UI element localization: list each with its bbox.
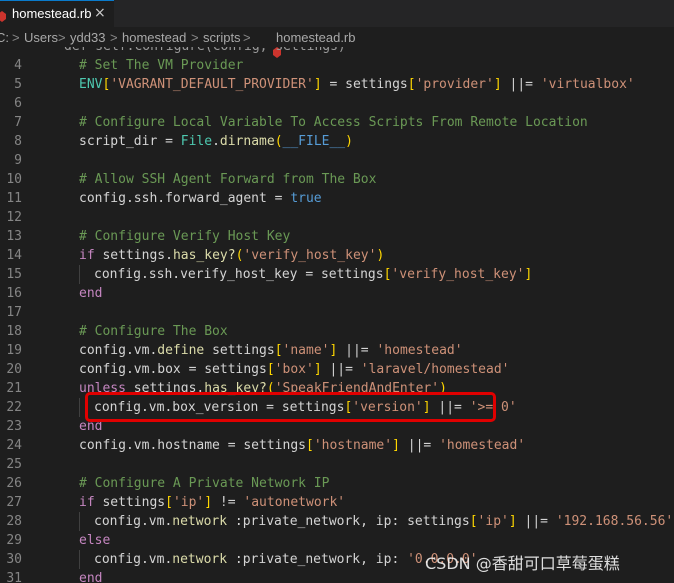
breadcrumb-separator: > xyxy=(12,30,20,45)
code-text: end xyxy=(79,571,103,583)
tab-homestead-rb[interactable]: homestead.rb × xyxy=(0,0,114,27)
code-line[interactable]: 17 xyxy=(0,303,674,322)
code-line[interactable]: 11 config.ssh.forward_agent = true xyxy=(0,189,674,208)
code-line[interactable]: 8 script_dir = File.dirname(__FILE__) xyxy=(0,132,674,151)
breadcrumb-item[interactable]: ydd33 xyxy=(70,30,105,45)
line-number: 9 xyxy=(14,153,22,168)
line-number: 17 xyxy=(6,305,22,320)
code-text: if settings.has_key?('verify_host_key') xyxy=(79,248,385,263)
code-line[interactable]: 16 end xyxy=(0,284,674,303)
code-text: config.vm.hostname = settings['hostname'… xyxy=(79,438,526,453)
line-number: 21 xyxy=(6,381,22,396)
line-number: 5 xyxy=(14,77,22,92)
code-text: ENV['VAGRANT_DEFAULT_PROVIDER'] = settin… xyxy=(79,77,635,92)
line-number: 19 xyxy=(6,343,22,358)
code-text: if settings['ip'] != 'autonetwork' xyxy=(79,495,346,510)
line-number: 18 xyxy=(6,324,22,339)
code-line[interactable]: 20 config.vm.box = settings['box'] ||= 'l… xyxy=(0,360,674,379)
line-number: 6 xyxy=(14,96,22,111)
code-text: # Set The VM Provider xyxy=(79,58,244,73)
line-number: 15 xyxy=(6,267,22,282)
code-line[interactable]: 15 config.ssh.verify_host_key = settings[… xyxy=(0,265,674,284)
line-number: 24 xyxy=(6,438,22,453)
line-number: 7 xyxy=(14,115,22,130)
indent-guide xyxy=(79,512,80,531)
code-text: def self.configure(config, settings) xyxy=(64,47,346,56)
breadcrumb-separator: > xyxy=(243,30,251,45)
code-line[interactable]: 6 xyxy=(0,94,674,113)
indent-guide xyxy=(79,550,80,569)
breadcrumb-item[interactable]: Users xyxy=(24,30,58,45)
code-text: script_dir = File.dirname(__FILE__) xyxy=(79,134,353,149)
line-number: 22 xyxy=(6,400,22,415)
code-text: config.vm.box = settings['box'] ||= 'lar… xyxy=(79,362,510,377)
indent-guide xyxy=(79,265,80,284)
breadcrumb-separator: > xyxy=(191,30,199,45)
close-icon[interactable]: × xyxy=(94,5,106,21)
line-number: 29 xyxy=(6,533,22,548)
code-line[interactable]: 14 if settings.has_key?('verify_host_key'… xyxy=(0,246,674,265)
line-number: 27 xyxy=(6,495,22,510)
code-line[interactable]: 12 xyxy=(0,208,674,227)
code-line[interactable]: 24 config.vm.hostname = settings['hostnam… xyxy=(0,436,674,455)
line-number: 10 xyxy=(6,172,22,187)
code-line[interactable]: 19 config.vm.define settings['name'] ||= … xyxy=(0,341,674,360)
code-line[interactable]: 13 # Configure Verify Host Key xyxy=(0,227,674,246)
code-line[interactable]: 9 xyxy=(0,151,674,170)
code-text: # Configure A Private Network IP xyxy=(79,476,330,491)
tab-bar: homestead.rb × xyxy=(0,0,674,27)
line-number: 28 xyxy=(6,514,22,529)
code-line[interactable]: 26 # Configure A Private Network IP xyxy=(0,474,674,493)
breadcrumb-separator: > xyxy=(110,30,118,45)
watermark: CSDN @香甜可口草莓蛋糕 xyxy=(425,554,620,573)
code-editor[interactable]: def self.configure(config, settings) 4 # S… xyxy=(0,47,674,583)
highlight-box xyxy=(85,392,496,422)
code-text: config.vm.network :private_network, ip: … xyxy=(94,552,478,567)
code-text: # Allow SSH Agent Forward from The Box xyxy=(79,172,377,187)
breadcrumb-item[interactable]: C: xyxy=(0,30,9,45)
line-number: 16 xyxy=(6,286,22,301)
tab-label: homestead.rb xyxy=(12,6,92,21)
code-text: config.vm.define settings['name'] ||= 'h… xyxy=(79,343,463,358)
code-line[interactable]: 27 if settings['ip'] != 'autonetwork' xyxy=(0,493,674,512)
breadcrumb-separator: > xyxy=(58,30,66,45)
code-text: config.vm.network :private_network, ip: … xyxy=(94,514,674,529)
line-number: 31 xyxy=(6,571,22,583)
line-number: 20 xyxy=(6,362,22,377)
code-line[interactable]: 28 config.vm.network :private_network, ip… xyxy=(0,512,674,531)
line-number: 30 xyxy=(6,552,22,567)
code-text: config.ssh.verify_host_key = settings['v… xyxy=(94,267,533,282)
line-number: 25 xyxy=(6,457,22,472)
line-number: 8 xyxy=(14,134,22,149)
breadcrumb-item[interactable]: homestead xyxy=(122,30,186,45)
breadcrumb-item[interactable]: scripts xyxy=(203,30,241,45)
indent-guide xyxy=(79,398,80,417)
line-number: 11 xyxy=(6,191,22,206)
line-number: 13 xyxy=(6,229,22,244)
breadcrumb: C: > Users > ydd33 > homestead > scripts… xyxy=(0,27,674,58)
code-line[interactable]: 7 # Configure Local Variable To Access Sc… xyxy=(0,113,674,132)
ruby-icon xyxy=(0,8,7,27)
line-number: 26 xyxy=(6,476,22,491)
code-line[interactable]: 25 xyxy=(0,455,674,474)
breadcrumb-file[interactable]: homestead.rb xyxy=(276,30,356,45)
code-text: # Configure The Box xyxy=(79,324,228,339)
line-number: 4 xyxy=(14,58,22,73)
line-number: 23 xyxy=(6,419,22,434)
code-line[interactable]: 10 # Allow SSH Agent Forward from The Box xyxy=(0,170,674,189)
code-text: else xyxy=(79,533,111,548)
code-line[interactable]: 29 else xyxy=(0,531,674,550)
code-line[interactable]: 5 ENV['VAGRANT_DEFAULT_PROVIDER'] = setti… xyxy=(0,75,674,94)
code-text: # Configure Verify Host Key xyxy=(79,229,291,244)
line-number: 12 xyxy=(6,210,22,225)
code-line[interactable]: 18 # Configure The Box xyxy=(0,322,674,341)
code-text: config.ssh.forward_agent = true xyxy=(79,191,322,206)
code-line[interactable]: def self.configure(config, settings) xyxy=(0,47,674,56)
code-text: end xyxy=(79,286,103,301)
line-number: 14 xyxy=(6,248,22,263)
code-line[interactable]: 4 # Set The VM Provider xyxy=(0,56,674,75)
code-text: # Configure Local Variable To Access Scr… xyxy=(79,115,588,130)
